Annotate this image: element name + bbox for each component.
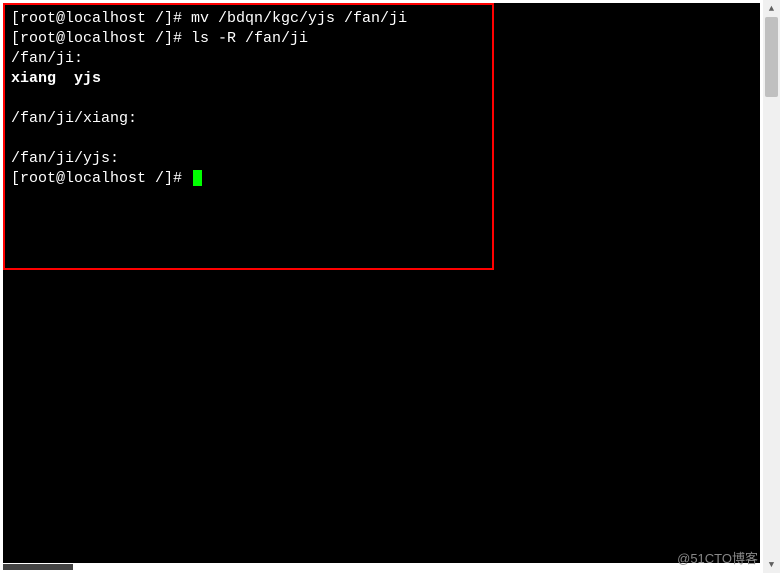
terminal-line: [root@localhost /]# ls -R /fan/ji bbox=[11, 29, 486, 49]
terminal-line: /fan/ji/xiang: bbox=[11, 109, 486, 129]
terminal-line bbox=[11, 89, 486, 109]
terminal-line: [root@localhost /]# mv /bdqn/kgc/yjs /fa… bbox=[11, 9, 486, 29]
scroll-up-button[interactable]: ▲ bbox=[763, 0, 780, 17]
terminal-output: [root@localhost /]# mv /bdqn/kgc/yjs /fa… bbox=[11, 9, 486, 189]
highlighted-region: [root@localhost /]# mv /bdqn/kgc/yjs /fa… bbox=[3, 3, 494, 270]
terminal-line bbox=[11, 129, 486, 149]
watermark-text: @51CTO博客 bbox=[677, 548, 758, 567]
cursor bbox=[193, 170, 202, 186]
shell-prompt: [root@localhost /]# bbox=[11, 10, 191, 27]
terminal-line: [root@localhost /]# bbox=[11, 169, 486, 189]
scrollbar-thumb[interactable] bbox=[765, 17, 778, 97]
terminal-window[interactable]: [root@localhost /]# mv /bdqn/kgc/yjs /fa… bbox=[3, 3, 760, 563]
terminal-line: /fan/ji/yjs: bbox=[11, 149, 486, 169]
shell-command: mv /bdqn/kgc/yjs /fan/ji bbox=[191, 10, 407, 27]
vertical-scrollbar[interactable]: ▲ ▼ bbox=[763, 0, 780, 573]
shell-command: ls -R /fan/ji bbox=[191, 30, 308, 47]
scrollbar-track[interactable] bbox=[763, 17, 780, 556]
shell-prompt: [root@localhost /]# bbox=[11, 30, 191, 47]
terminal-line: xiang yjs bbox=[11, 69, 486, 89]
scroll-down-button[interactable]: ▼ bbox=[763, 556, 780, 573]
watermark-bar bbox=[3, 564, 73, 570]
shell-prompt: [root@localhost /]# bbox=[11, 170, 191, 187]
terminal-line: /fan/ji: bbox=[11, 49, 486, 69]
